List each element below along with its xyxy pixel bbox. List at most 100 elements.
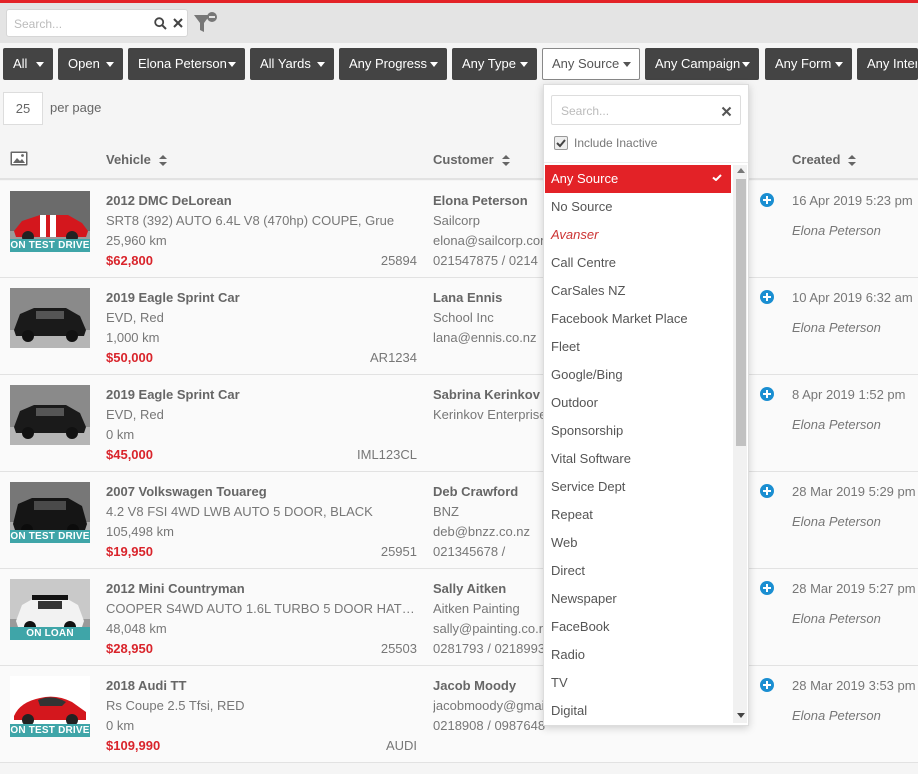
vehicle-title[interactable]: 2007 Volkswagen Touareg bbox=[106, 484, 267, 499]
source-option[interactable]: FaceBook bbox=[545, 613, 731, 641]
filter-yards[interactable]: All Yards bbox=[250, 48, 334, 80]
add-icon[interactable] bbox=[760, 484, 774, 498]
customer-name[interactable]: Lana Ennis bbox=[433, 290, 502, 305]
stock-number: 25503 bbox=[380, 641, 417, 656]
top-bar bbox=[0, 3, 918, 43]
status-badge: ON TEST DRIVE bbox=[10, 530, 90, 543]
clear-search-icon[interactable] bbox=[171, 16, 185, 30]
source-option[interactable]: Outdoor bbox=[545, 389, 731, 417]
vehicle-description: EVD, Red bbox=[106, 310, 164, 325]
filter-status[interactable]: All bbox=[3, 48, 53, 80]
customer-phone: 0281793 / 0218993 bbox=[433, 641, 545, 656]
customer-email[interactable]: lana@ennis.co.nz bbox=[433, 330, 545, 345]
customer-company: Aitken Painting bbox=[433, 601, 520, 616]
source-option[interactable]: Repeat bbox=[545, 501, 731, 529]
table-row[interactable]: 2019 Eagle Sprint Car EVD, Red 0 km $45,… bbox=[0, 375, 918, 472]
customer-email[interactable]: elona@sailcorp.com bbox=[433, 233, 545, 248]
source-option[interactable]: Newspaper bbox=[545, 585, 731, 613]
add-icon[interactable] bbox=[760, 678, 774, 692]
vehicle-title[interactable]: 2019 Eagle Sprint Car bbox=[106, 290, 240, 305]
source-option[interactable]: Vital Software bbox=[545, 445, 731, 473]
include-inactive-checkbox[interactable] bbox=[554, 136, 568, 150]
table-row[interactable]: ON TEST DRIVE 2018 Audi TT Rs Coupe 2.5 … bbox=[0, 666, 918, 763]
vehicle-price: $45,000 bbox=[106, 447, 153, 462]
filter-label: Any Form bbox=[775, 56, 832, 71]
chevron-down-icon bbox=[835, 62, 843, 67]
divider bbox=[544, 162, 748, 163]
filter-progress[interactable]: Any Progress bbox=[339, 48, 447, 80]
source-option[interactable]: Web bbox=[545, 529, 731, 557]
table-row[interactable]: ON TEST DRIVE 2007 Volkswagen Touareg 4.… bbox=[0, 472, 918, 569]
chevron-down-icon bbox=[520, 62, 528, 67]
vehicle-odometer: 48,048 km bbox=[106, 621, 167, 636]
clear-filter-icon[interactable] bbox=[193, 12, 219, 38]
source-option[interactable]: Sponsorship bbox=[545, 417, 731, 445]
column-vehicle[interactable]: Vehicle bbox=[106, 152, 167, 167]
table-row[interactable]: 2019 Eagle Sprint Car EVD, Red 1,000 km … bbox=[0, 278, 918, 375]
vehicle-odometer: 1,000 km bbox=[106, 330, 160, 345]
source-option[interactable]: No Source bbox=[545, 193, 731, 221]
customer-name[interactable]: Elona Peterson bbox=[433, 193, 528, 208]
chevron-down-icon bbox=[430, 62, 438, 67]
filter-campaign[interactable]: Any Campaign bbox=[645, 48, 759, 80]
source-option[interactable]: Direct bbox=[545, 557, 731, 585]
table-row[interactable]: ON TEST DRIVE 2012 DMC DeLorean SRT8 (39… bbox=[0, 181, 918, 278]
per-page-input[interactable]: 25 bbox=[3, 92, 43, 125]
option-label: Any Source bbox=[551, 171, 619, 186]
source-option[interactable]: Service Dept bbox=[545, 473, 731, 501]
source-option[interactable]: Avanser bbox=[545, 221, 731, 249]
source-option[interactable]: Fleet bbox=[545, 333, 731, 361]
global-search bbox=[6, 9, 188, 37]
created-date: 10 Apr 2019 6:32 am bbox=[792, 290, 913, 305]
dropdown-search-input[interactable] bbox=[561, 102, 711, 119]
filter-form[interactable]: Any Form bbox=[765, 48, 852, 80]
customer-name[interactable]: Jacob Moody bbox=[433, 678, 516, 693]
vehicle-price: $50,000 bbox=[106, 350, 153, 365]
filter-user[interactable]: Elona Peterson bbox=[128, 48, 245, 80]
created-by: Elona Peterson bbox=[792, 708, 881, 723]
customer-email[interactable]: deb@bnzz.co.nz bbox=[433, 524, 545, 539]
scrollbar-thumb[interactable] bbox=[736, 179, 746, 446]
filter-label: Any Interest bbox=[867, 56, 917, 71]
customer-name[interactable]: Sally Aitken bbox=[433, 581, 506, 596]
filter-interest[interactable]: Any Interest bbox=[857, 48, 918, 80]
per-page-label: per page bbox=[50, 100, 102, 115]
add-icon[interactable] bbox=[760, 193, 774, 207]
customer-email[interactable]: jacobmoody@gmail.com bbox=[433, 698, 545, 713]
vehicle-photo bbox=[10, 288, 90, 348]
search-icon[interactable] bbox=[153, 16, 167, 30]
vehicle-description: COOPER S4WD AUTO 1.6L TURBO 5 DOOR HATCH… bbox=[106, 601, 416, 616]
vehicle-title[interactable]: 2018 Audi TT bbox=[106, 678, 186, 693]
filter-open[interactable]: Open bbox=[58, 48, 123, 80]
customer-email[interactable]: sally@painting.co.nz bbox=[433, 621, 545, 636]
source-option[interactable]: Call Centre bbox=[545, 249, 731, 277]
source-option[interactable]: Radio bbox=[545, 641, 731, 669]
filter-type[interactable]: Any Type bbox=[452, 48, 537, 80]
source-option[interactable]: Facebook Market Place bbox=[545, 305, 731, 333]
source-option[interactable]: TV bbox=[545, 669, 731, 697]
scroll-down-arrow-icon[interactable] bbox=[737, 713, 745, 718]
customer-name[interactable]: Sabrina Kerinkov bbox=[433, 387, 540, 402]
chevron-down-icon bbox=[317, 62, 325, 67]
filter-source[interactable]: Any Source bbox=[542, 48, 640, 80]
vehicle-title[interactable]: 2012 DMC DeLorean bbox=[106, 193, 232, 208]
customer-name[interactable]: Deb Crawford bbox=[433, 484, 518, 499]
column-customer[interactable]: Customer bbox=[433, 152, 510, 167]
table-row[interactable]: ON LOAN 2012 Mini Countryman COOPER S4WD… bbox=[0, 569, 918, 666]
customer-phone: 021345678 / bbox=[433, 544, 506, 559]
source-option[interactable]: Google/Bing bbox=[545, 361, 731, 389]
filter-label: Any Campaign bbox=[655, 56, 741, 71]
scroll-up-arrow-icon[interactable] bbox=[737, 168, 745, 173]
column-created[interactable]: Created bbox=[792, 152, 857, 167]
source-option[interactable]: CarSales NZ bbox=[545, 277, 731, 305]
source-option[interactable]: Any Source bbox=[545, 165, 731, 193]
vehicle-title[interactable]: 2012 Mini Countryman bbox=[106, 581, 245, 596]
add-icon[interactable] bbox=[760, 290, 774, 304]
source-option[interactable]: Digital bbox=[545, 697, 731, 725]
vehicle-title[interactable]: 2019 Eagle Sprint Car bbox=[106, 387, 240, 402]
close-icon[interactable] bbox=[721, 105, 732, 117]
add-icon[interactable] bbox=[760, 581, 774, 595]
add-icon[interactable] bbox=[760, 387, 774, 401]
search-input[interactable] bbox=[14, 15, 146, 32]
vehicle-price: $28,950 bbox=[106, 641, 153, 656]
